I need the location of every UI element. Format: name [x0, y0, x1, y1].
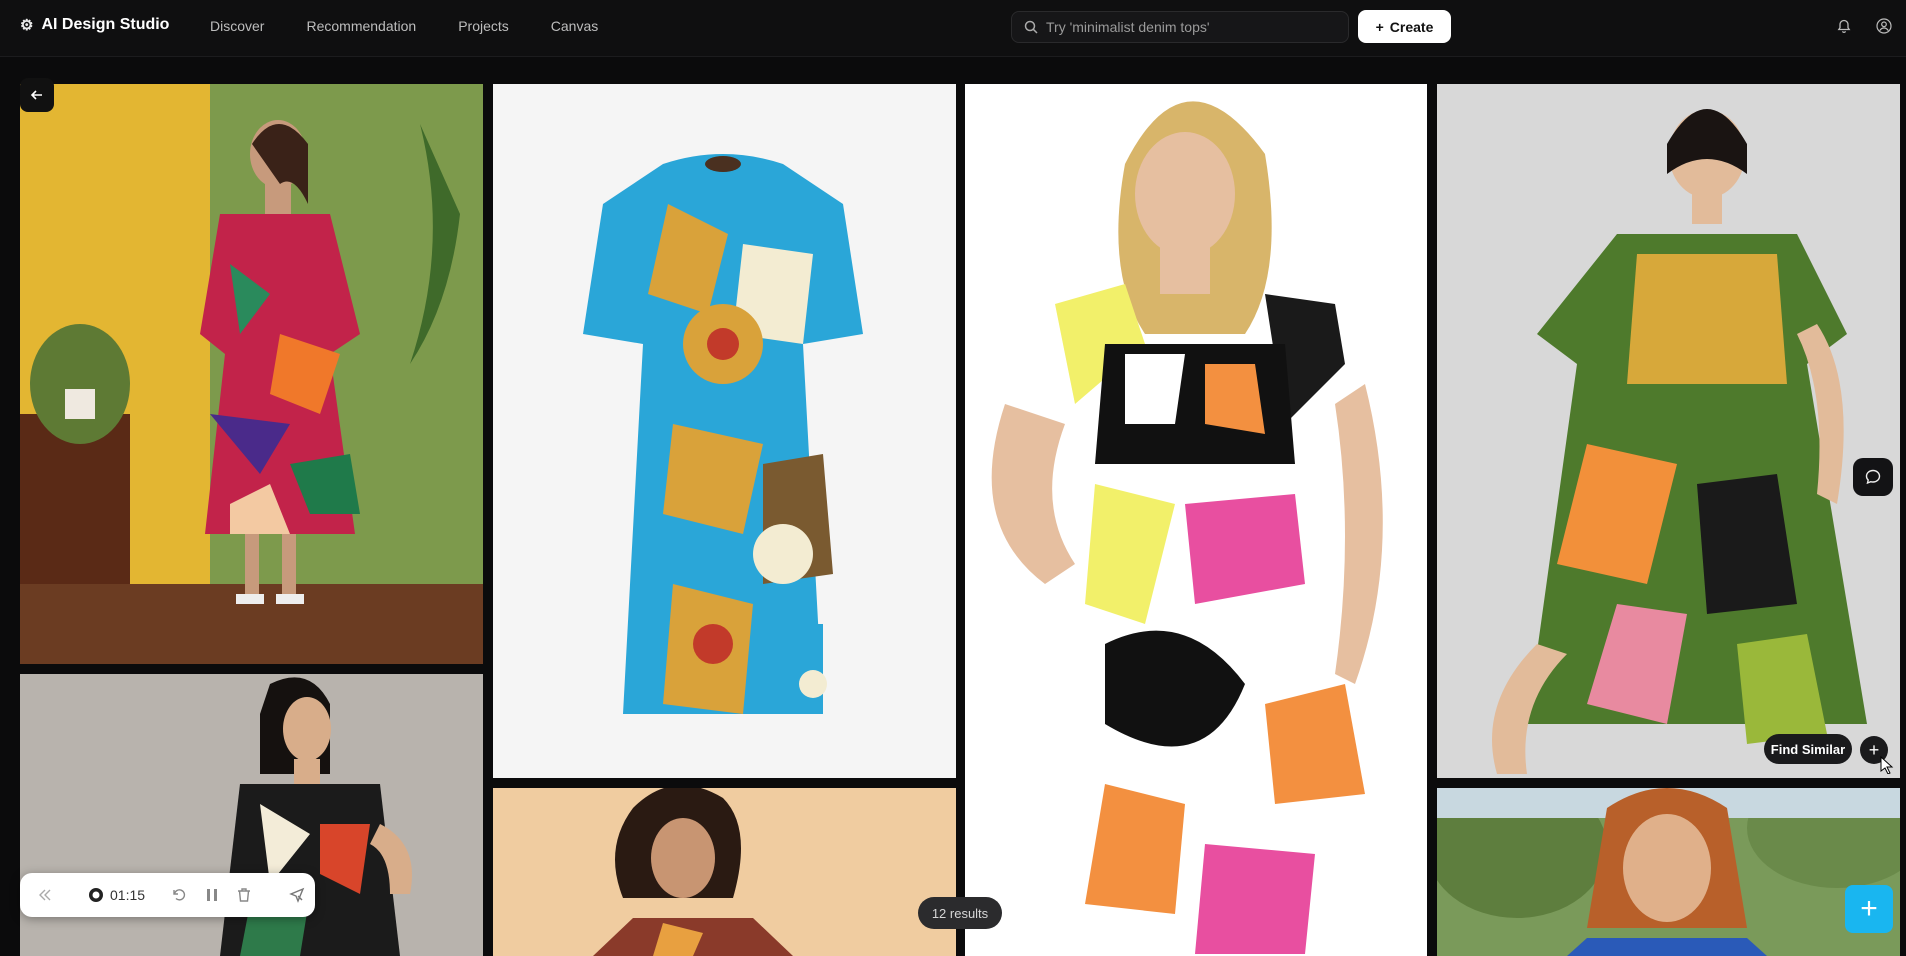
record-icon — [88, 887, 104, 903]
results-count-badge: 12 results — [918, 897, 1002, 929]
gallery-item-6[interactable] — [493, 788, 956, 956]
add-fab-button[interactable]: + — [1845, 885, 1893, 933]
app-title: AI Design Studio — [41, 16, 170, 33]
plus-icon: + — [1868, 739, 1880, 760]
back-button[interactable] — [20, 78, 54, 112]
cursor-icon[interactable] — [289, 887, 305, 903]
create-button[interactable]: + Create — [1358, 10, 1451, 43]
nav-projects[interactable]: Projects — [458, 18, 509, 34]
chat-bubble-icon — [1865, 469, 1881, 485]
app-brand[interactable]: ⚙ AI Design Studio — [20, 16, 169, 34]
product-image — [1437, 788, 1900, 956]
gallery-item-1[interactable] — [20, 84, 483, 664]
gear-icon: ⚙ — [20, 17, 34, 34]
top-bar: ⚙ AI Design Studio Discover Recommendati… — [0, 0, 1906, 57]
cursor-icon — [1880, 756, 1894, 774]
product-image — [965, 84, 1427, 956]
bell-icon[interactable] — [1834, 16, 1854, 36]
nav-canvas[interactable]: Canvas — [551, 18, 598, 34]
search-icon — [1018, 20, 1044, 34]
main-nav: Discover Recommendation Projects Canvas — [210, 18, 598, 34]
gallery-item-7[interactable] — [1437, 788, 1900, 956]
undo-icon[interactable] — [171, 887, 187, 903]
chevrons-left-icon[interactable] — [20, 889, 70, 901]
nav-discover[interactable]: Discover — [210, 18, 264, 34]
user-icon[interactable] — [1874, 16, 1894, 36]
plus-icon: + — [1375, 18, 1384, 35]
product-image — [1437, 84, 1900, 778]
product-image — [493, 84, 956, 778]
find-similar-button[interactable]: Find Similar — [1764, 734, 1852, 764]
plus-icon: + — [1860, 892, 1878, 925]
gallery-item-2[interactable] — [493, 84, 956, 778]
create-button-label: Create — [1389, 18, 1434, 35]
recording-time: 01:15 — [110, 887, 146, 903]
chat-button[interactable] — [1853, 458, 1893, 496]
pause-icon[interactable] — [205, 887, 219, 903]
search-input[interactable] — [1044, 18, 1348, 36]
gallery-item-3[interactable] — [965, 84, 1427, 956]
trash-icon[interactable] — [237, 887, 251, 903]
recording-controls: 01:15 — [20, 873, 315, 917]
search-bar[interactable] — [1011, 11, 1349, 43]
gallery-item-4[interactable] — [1437, 84, 1900, 778]
product-image — [20, 84, 483, 664]
nav-recommendation[interactable]: Recommendation — [306, 18, 416, 34]
product-image — [493, 788, 956, 956]
arrow-left-icon — [30, 90, 42, 100]
